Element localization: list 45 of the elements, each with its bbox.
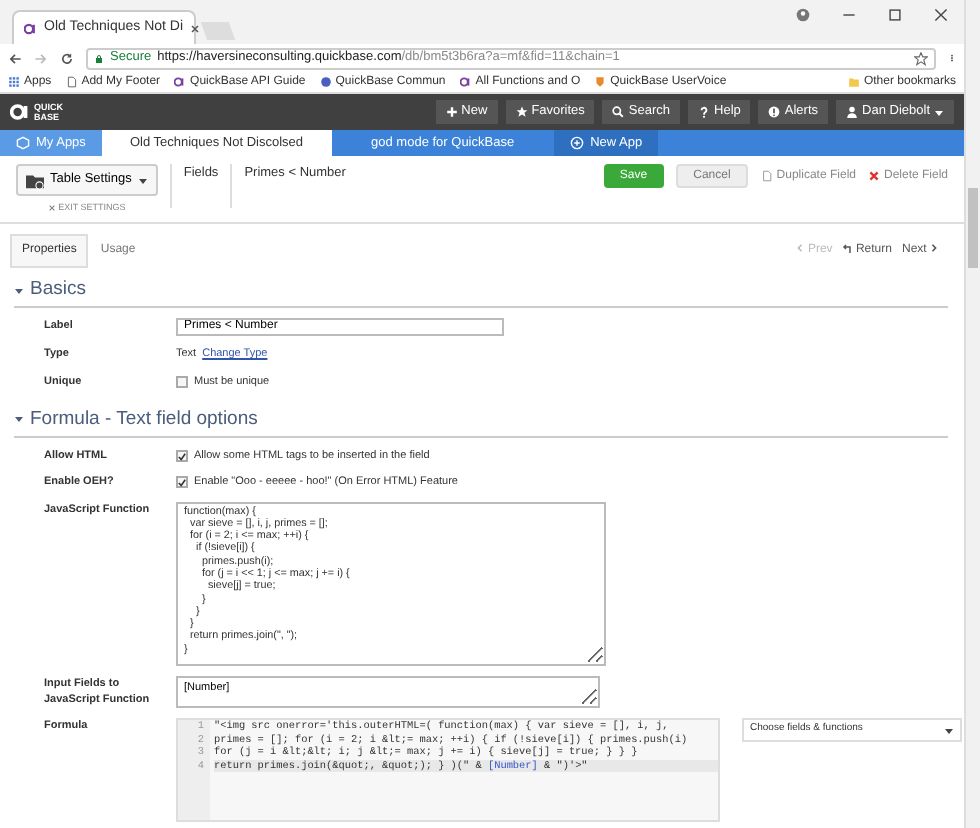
chevron-left-icon bbox=[796, 244, 805, 253]
alert-icon bbox=[768, 106, 781, 118]
apps-grid-icon bbox=[8, 76, 20, 88]
section-heading: Formula - Text field options bbox=[30, 405, 258, 434]
quickbase-logo-icon bbox=[24, 21, 38, 35]
plus-icon bbox=[445, 106, 458, 118]
quickbase-logo-icon bbox=[459, 76, 472, 88]
checkbox[interactable] bbox=[176, 476, 188, 489]
return-arrow-icon bbox=[842, 243, 853, 254]
reload-icon[interactable] bbox=[60, 51, 74, 65]
section-heading: Basics bbox=[30, 276, 86, 304]
minimize-icon[interactable] bbox=[842, 8, 856, 22]
collapse-triangle-icon[interactable] bbox=[14, 414, 24, 425]
formula-editor[interactable] bbox=[176, 718, 720, 822]
lock-icon bbox=[94, 53, 104, 63]
copy-icon bbox=[760, 170, 773, 182]
scrollbar[interactable] bbox=[964, 0, 980, 828]
plus-circle-icon bbox=[570, 136, 585, 150]
cube-icon bbox=[16, 136, 30, 150]
close-icon[interactable] bbox=[934, 8, 948, 22]
person-icon bbox=[846, 106, 859, 118]
quickbase-logo-icon bbox=[174, 76, 187, 88]
caret-icon bbox=[944, 725, 954, 735]
search-icon bbox=[612, 106, 625, 118]
profile-icon[interactable] bbox=[796, 8, 810, 22]
caret-icon bbox=[137, 175, 148, 185]
back-arrow-icon[interactable] bbox=[8, 51, 22, 65]
folder-gear-icon bbox=[26, 171, 44, 189]
star-icon bbox=[515, 106, 528, 118]
maximize-icon[interactable] bbox=[888, 8, 902, 22]
folder-icon bbox=[847, 76, 860, 88]
close-icon[interactable] bbox=[189, 23, 200, 33]
close-icon bbox=[867, 170, 880, 182]
close-icon bbox=[48, 204, 57, 213]
caret-icon bbox=[934, 107, 944, 117]
star-outline-icon[interactable] bbox=[914, 51, 928, 65]
help-icon bbox=[698, 106, 711, 118]
globe-icon bbox=[319, 76, 332, 88]
chevron-right-icon bbox=[930, 244, 938, 253]
page-icon bbox=[65, 76, 78, 88]
checkbox[interactable] bbox=[176, 450, 188, 463]
checkbox[interactable] bbox=[176, 375, 188, 388]
shield-icon bbox=[594, 76, 607, 88]
quickbase-logo-icon bbox=[10, 102, 30, 122]
collapse-triangle-icon[interactable] bbox=[14, 285, 24, 296]
